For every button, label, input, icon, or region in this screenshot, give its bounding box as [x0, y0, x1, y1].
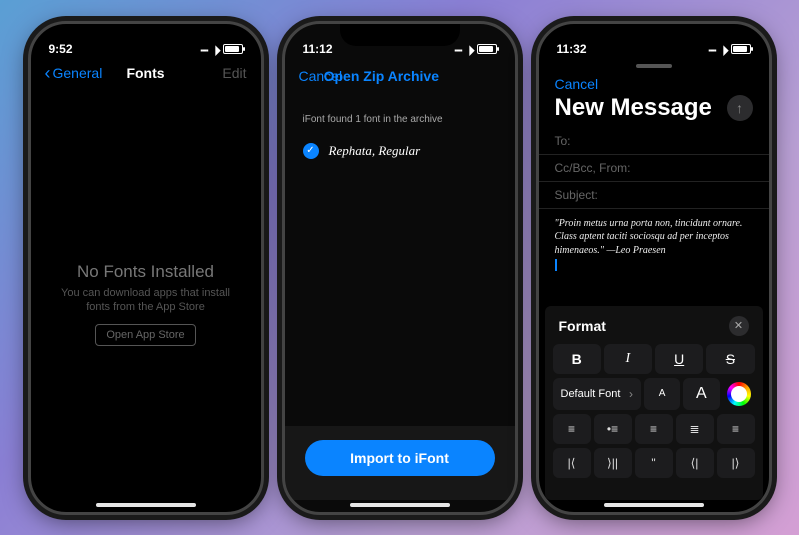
home-indicator[interactable] [604, 503, 704, 507]
color-ring-icon [727, 382, 751, 406]
back-label: General [53, 65, 103, 81]
list-bullet-button[interactable]: •≡ [594, 414, 632, 444]
notch [340, 24, 460, 46]
archive-info: iFont found 1 font in the archive [285, 98, 515, 133]
to-field[interactable]: To: [539, 128, 769, 155]
format-panel: Format ✕ B I U S Default Font › A A ≡ •≡ [545, 306, 763, 500]
strike-button[interactable]: S [706, 344, 754, 374]
open-app-store-button[interactable]: Open App Store [95, 324, 195, 346]
align-left-button[interactable]: ≡ [635, 414, 673, 444]
status-time: 11:32 [557, 42, 587, 56]
cancel-button[interactable]: Cancel [539, 68, 769, 94]
chevron-left-icon: ‹ [45, 64, 51, 82]
status-time: 11:12 [303, 42, 333, 56]
send-button[interactable]: ↑ [727, 95, 753, 121]
font-size-increase-button[interactable]: A [683, 378, 719, 410]
home-indicator[interactable] [350, 503, 450, 507]
edit-button[interactable]: Edit [179, 65, 246, 81]
import-button[interactable]: Import to iFont [305, 440, 495, 476]
signal-icon [454, 42, 461, 56]
phone-mail-compose: 11:32 Cancel New Message ↑ To: Cc/Bcc, F… [536, 21, 772, 515]
close-icon: ✕ [734, 319, 743, 332]
bold-button[interactable]: B [553, 344, 601, 374]
notch [86, 24, 206, 46]
text-color-button[interactable] [723, 378, 755, 410]
wifi-icon [212, 42, 219, 56]
battery-icon [477, 44, 497, 54]
wifi-icon [466, 42, 473, 56]
align-center-button[interactable]: ≣ [676, 414, 714, 444]
wifi-icon [720, 42, 727, 56]
page-title: Fonts [112, 65, 179, 81]
font-select-label: Default Font [561, 388, 621, 400]
italic-button[interactable]: I [604, 344, 652, 374]
compose-header: New Message ↑ [539, 94, 769, 128]
back-button[interactable]: ‹ General [45, 64, 112, 82]
text-dir-rtl-button[interactable]: |⟩ [717, 448, 755, 478]
signal-icon [708, 42, 715, 56]
outdent-button[interactable]: |⟨ [553, 448, 591, 478]
text-dir-ltr-button[interactable]: ⟨| [676, 448, 714, 478]
empty-subtitle: You can download apps that install fonts… [31, 286, 261, 315]
status-time: 9:52 [49, 42, 73, 56]
list-number-button[interactable]: ≡ [553, 414, 591, 444]
font-list-item[interactable]: ✓ Rephata, Regular [285, 133, 515, 169]
page-title: Open Zip Archive [324, 68, 439, 84]
battery-icon [223, 44, 243, 54]
underline-button[interactable]: U [655, 344, 703, 374]
signal-icon [200, 42, 207, 56]
nav-bar: Cancel Open Zip Archive [285, 58, 515, 98]
empty-state: No Fonts Installed You can download apps… [31, 92, 261, 347]
text-cursor [555, 259, 557, 271]
font-select-button[interactable]: Default Font › [553, 378, 642, 410]
body-text: "Proin metus urna porta non, tincidunt o… [555, 218, 743, 256]
home-indicator[interactable] [96, 503, 196, 507]
check-icon: ✓ [303, 143, 319, 159]
import-bar: Import to iFont [285, 426, 515, 500]
chevron-right-icon: › [629, 387, 633, 401]
message-body[interactable]: "Proin metus urna porta non, tincidunt o… [539, 209, 769, 280]
arrow-up-icon: ↑ [736, 100, 743, 116]
phone-ifont-archive: 11:12 Cancel Open Zip Archive iFont foun… [282, 21, 518, 515]
format-title: Format [559, 318, 606, 334]
phone-fonts-settings: 9:52 ‹ General Fonts Edit No Fonts Insta… [28, 21, 264, 515]
close-format-button[interactable]: ✕ [729, 316, 749, 336]
compose-title: New Message [555, 94, 712, 122]
empty-title: No Fonts Installed [31, 262, 261, 282]
font-name-label: Rephata, Regular [329, 143, 421, 159]
nav-bar: ‹ General Fonts Edit [31, 58, 261, 92]
battery-icon [731, 44, 751, 54]
subject-field[interactable]: Subject: [539, 182, 769, 209]
notch [594, 24, 714, 46]
align-right-button[interactable]: ≡ [717, 414, 755, 444]
font-size-decrease-button[interactable]: A [644, 378, 680, 410]
indent-button[interactable]: ⟩|| [594, 448, 632, 478]
ccbcc-field[interactable]: Cc/Bcc, From: [539, 155, 769, 182]
quote-button[interactable]: " [635, 448, 673, 478]
